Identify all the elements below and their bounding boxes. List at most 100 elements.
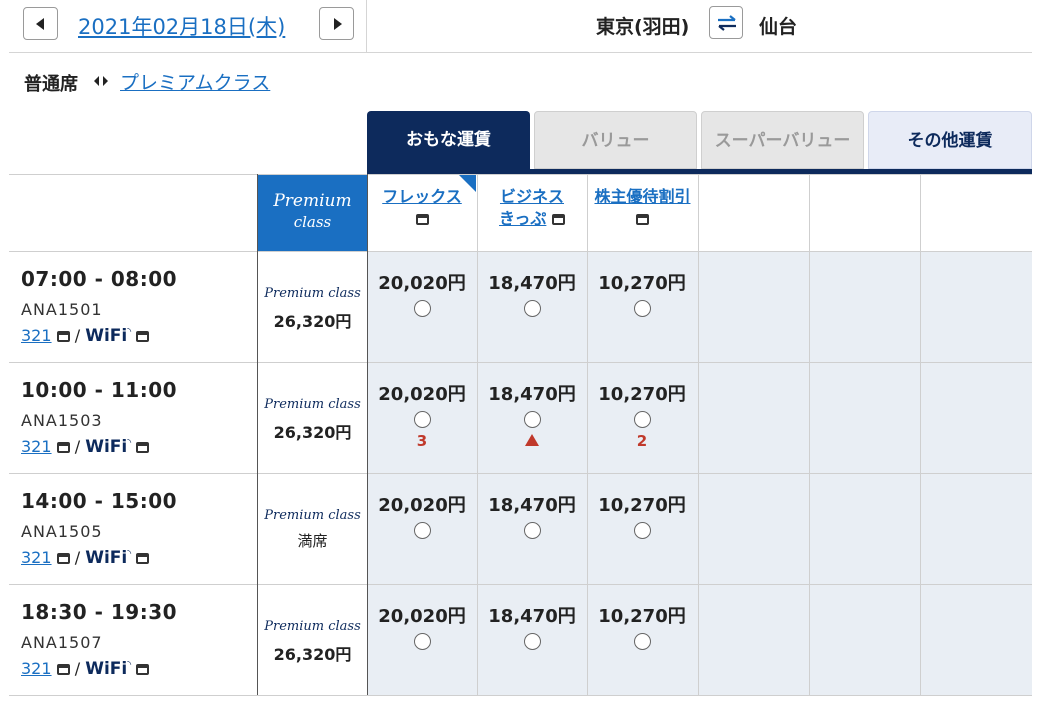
fare-radio[interactable] [633,411,651,428]
wifi-icon: ◝ [127,437,132,449]
aircraft-info: 321 / WiFi◝ [21,326,150,346]
wifi-label: WiFi [85,437,128,457]
fare-cell: 18,470円 [477,491,587,539]
divider [9,174,1032,175]
switch-arrows-icon [94,76,108,86]
seat-map-icon[interactable] [56,331,70,342]
divider [9,473,1032,474]
fare-radio[interactable] [523,300,541,317]
fare-cell: 20,020円 3 [367,380,477,450]
fare-cell: 18,470円 [477,380,587,446]
fare-radio[interactable] [523,411,541,428]
fare-price: 10,270円 [598,384,686,405]
premium-price: 26,320円 [273,645,352,664]
flight-time: 10:00 - 11:00 [21,378,178,402]
fare-link-business-line2[interactable]: きっぷ [499,209,546,228]
fare-price: 20,020円 [378,384,466,405]
search-header: 2021年02月18日(木) 東京(羽田) 仙台 [9,0,1032,53]
seat-map-icon[interactable] [136,553,150,564]
fare-header-flex: フレックス [367,186,477,230]
prev-day-button[interactable] [23,7,58,40]
seat-map-icon[interactable] [136,331,150,342]
destination-airport: 仙台 [759,16,798,38]
seat-map-icon[interactable] [551,214,565,225]
flight-time: 07:00 - 08:00 [21,267,178,291]
divider [9,362,1032,363]
fare-cell: 20,020円 [367,602,477,650]
wifi-icon: ◝ [127,326,132,338]
divider [809,174,810,695]
fare-radio[interactable] [413,300,431,317]
wifi-icon: ◝ [127,659,132,671]
fare-header-business: ビジネス きっぷ [477,186,587,230]
fare-price: 20,020円 [378,495,466,516]
seat-map-icon[interactable] [136,442,150,453]
fare-radio[interactable] [633,633,651,650]
fare-price: 10,270円 [598,495,686,516]
fare-radio[interactable] [413,633,431,650]
fare-price: 10,270円 [598,273,686,294]
fare-radio[interactable] [413,411,431,428]
fare-radio[interactable] [633,300,651,317]
fare-radio[interactable] [523,522,541,539]
few-seats-indicator [525,434,539,446]
fare-cell: 10,270円 [587,269,697,317]
fare-cell: 10,270円 [587,602,697,650]
date-link[interactable]: 2021年02月18日(木) [78,11,285,41]
next-day-button[interactable] [319,7,354,40]
tab-value[interactable]: バリュー [534,111,697,169]
seat-map-icon[interactable] [636,214,649,225]
flight-time: 14:00 - 15:00 [21,489,178,513]
aircraft-link[interactable]: 321 [21,437,52,456]
fare-price: 18,470円 [488,384,576,405]
fare-header-shareholder: 株主優待割引 [587,186,698,230]
aircraft-link[interactable]: 321 [21,548,52,567]
aircraft-link[interactable]: 321 [21,659,52,678]
aircraft-link[interactable]: 321 [21,326,52,345]
premium-price: 26,320円 [273,423,352,442]
fare-link-shareholder[interactable]: 株主優待割引 [594,187,690,206]
tab-super-value[interactable]: スーパーバリュー [701,111,864,169]
flight-number: ANA1501 [21,300,103,319]
aircraft-info: 321 / WiFi◝ [21,548,150,568]
date-nav: 2021年02月18日(木) [9,0,367,52]
seat-map-icon[interactable] [56,553,70,564]
premium-price: 満席 [297,532,328,550]
divider [9,695,1032,696]
fare-price: 18,470円 [488,495,576,516]
fare-radio[interactable] [413,522,431,539]
fare-price: 18,470円 [488,606,576,627]
tab-other-fares[interactable]: その他運賃 [868,111,1032,169]
tab-main-fares[interactable]: おもな運賃 [367,111,530,173]
seat-map-icon[interactable] [136,664,150,675]
fare-link-flex[interactable]: フレックス [382,187,462,206]
fare-tabs: おもな運賃 バリュー スーパーバリュー その他運賃 [367,111,1032,174]
fare-price: 20,020円 [378,606,466,627]
fare-cell: 20,020円 [367,269,477,317]
premium-logo-line1: Premium [273,191,352,211]
wifi-icon: ◝ [127,548,132,560]
swap-icon [718,15,736,31]
premium-class-link[interactable]: プレミアムクラス [120,68,270,95]
swap-route-button[interactable] [709,6,743,39]
divider [9,251,1032,252]
seat-map-icon[interactable] [415,214,429,225]
fare-link-business[interactable]: ビジネス [500,187,564,206]
fare-price: 20,020円 [378,273,466,294]
premium-class-logo: Premium class [264,397,361,412]
seat-map-icon[interactable] [56,664,70,675]
fare-cell: 20,020円 [367,491,477,539]
fare-radio[interactable] [523,633,541,650]
seat-map-icon[interactable] [56,442,70,453]
premium-logo-line2: class [293,213,332,231]
fare-radio[interactable] [633,522,651,539]
wifi-label: WiFi [85,326,128,346]
divider [698,174,699,695]
wifi-label: WiFi [85,548,128,568]
premium-class-header: Premium class [258,175,367,251]
premium-class-logo: Premium class [264,619,361,634]
aircraft-info: 321 / WiFi◝ [21,659,150,679]
route: 東京(羽田) 仙台 [367,0,1032,52]
fare-cell: 18,470円 [477,602,587,650]
current-cabin: 普通席 [24,74,78,95]
